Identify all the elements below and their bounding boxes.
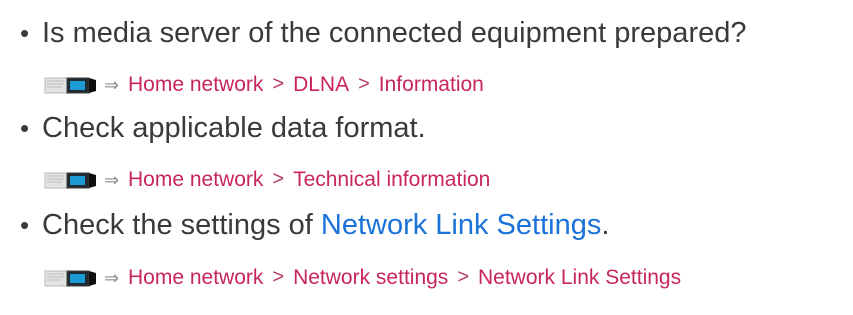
network-link-settings-link[interactable]: Network Link Settings bbox=[321, 209, 601, 241]
bullet-text: Check applicable data format. bbox=[42, 112, 426, 144]
breadcrumb: ⇒ Home network > Network settings > Netw… bbox=[43, 264, 681, 292]
breadcrumb-home-network[interactable]: Home network bbox=[128, 71, 263, 99]
bullet-item-media-server: • Is media server of the connected equipm… bbox=[20, 15, 746, 51]
breadcrumb-separator: > bbox=[272, 73, 285, 95]
right-arrow-icon: ⇒ bbox=[104, 268, 120, 288]
help-content: • Is media server of the connected equipm… bbox=[0, 0, 853, 315]
breadcrumb-home-network[interactable]: Home network bbox=[128, 264, 263, 292]
breadcrumb-separator: > bbox=[272, 266, 285, 288]
bullet-item-network-link-settings: • Check the settings of Network Link Sett… bbox=[20, 207, 609, 243]
bullet-text-before: Check the settings of bbox=[42, 209, 321, 241]
guide-book-icon bbox=[44, 77, 96, 94]
bullet-dot: • bbox=[20, 18, 30, 48]
guide-book-icon bbox=[44, 172, 96, 189]
bullet-item-data-format: • Check applicable data format. bbox=[20, 110, 426, 146]
breadcrumb-separator: > bbox=[457, 266, 469, 288]
breadcrumb-technical-information[interactable]: Technical information bbox=[293, 166, 490, 194]
breadcrumb-home-network[interactable]: Home network bbox=[128, 166, 263, 194]
right-arrow-icon: ⇒ bbox=[104, 75, 120, 95]
breadcrumb-information[interactable]: Information bbox=[379, 71, 484, 99]
breadcrumb-separator: > bbox=[272, 168, 285, 190]
bullet-dot: • bbox=[20, 113, 30, 143]
right-arrow-icon: ⇒ bbox=[104, 170, 120, 190]
breadcrumb: ⇒ Home network > Technical information bbox=[43, 166, 490, 194]
bullet-text-after: . bbox=[601, 209, 610, 241]
breadcrumb: ⇒ Home network > DLNA > Information bbox=[43, 71, 484, 99]
bullet-dot: • bbox=[20, 210, 30, 240]
breadcrumb-network-link-settings[interactable]: Network Link Settings bbox=[478, 264, 681, 292]
breadcrumb-network-settings[interactable]: Network settings bbox=[293, 264, 448, 292]
bullet-text: Is media server of the connected equipme… bbox=[42, 17, 747, 49]
breadcrumb-separator: > bbox=[358, 73, 370, 95]
breadcrumb-dlna[interactable]: DLNA bbox=[293, 71, 349, 99]
guide-book-icon bbox=[44, 270, 96, 287]
